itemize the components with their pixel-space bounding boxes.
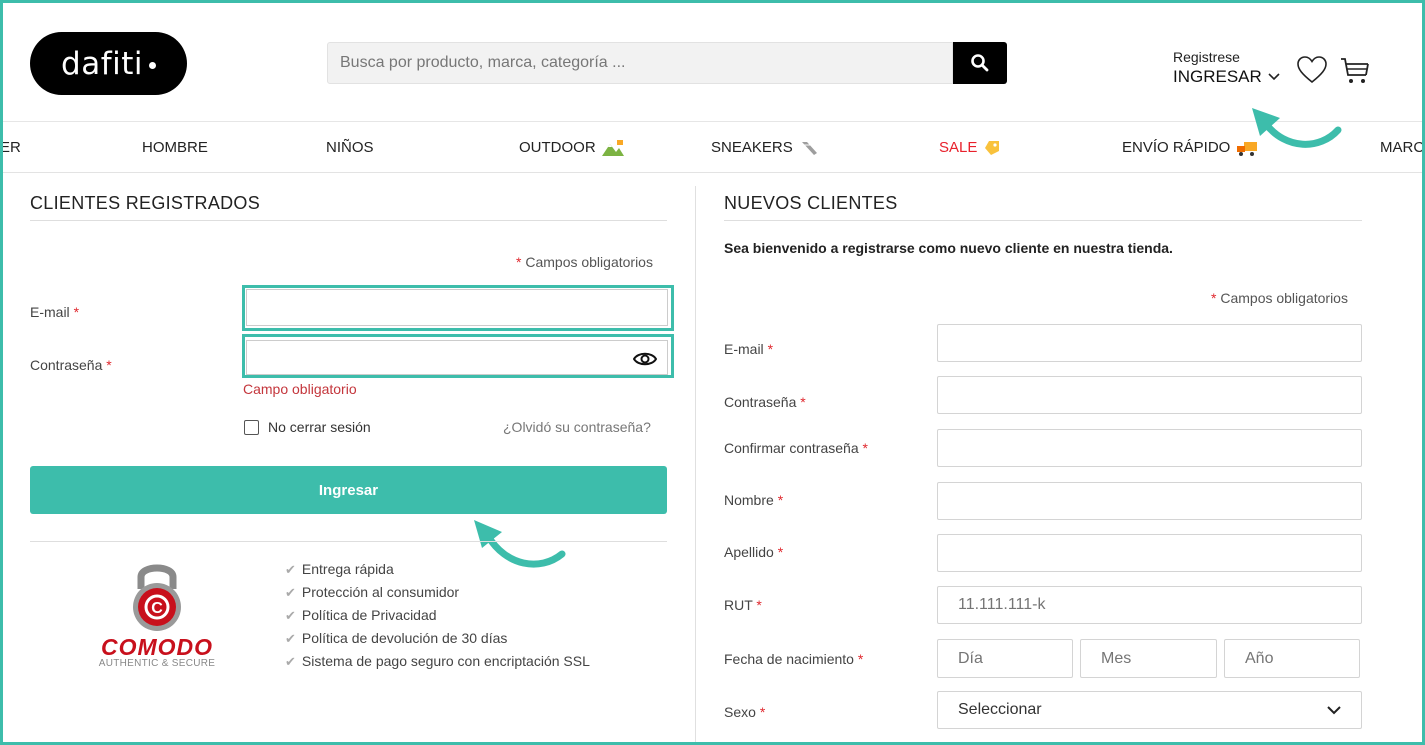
show-password-eye-icon[interactable] xyxy=(633,350,657,368)
login-label: INGRESAR xyxy=(1173,67,1262,86)
perk-item: Sistema de pago seguro con encriptación … xyxy=(285,650,590,673)
name-label: Nombre * xyxy=(724,492,784,508)
sneaker-icon xyxy=(801,141,817,155)
nav-item-sale[interactable]: SALE xyxy=(939,139,1001,156)
nav-item-ninos[interactable]: NIÑOS xyxy=(326,139,374,156)
dafiti-logo[interactable]: dafiti xyxy=(30,32,187,95)
nav-item-sneakers[interactable]: SNEAKERS xyxy=(711,139,819,156)
perks-list: Entrega rápida Protección al consumidor … xyxy=(285,558,590,673)
login-submit-button[interactable]: Ingresar xyxy=(30,466,667,514)
register-title: NUEVOS CLIENTES xyxy=(724,193,898,213)
login-email-label: E-mail * xyxy=(30,304,80,320)
perk-item: Entrega rápida xyxy=(285,558,590,581)
search-button[interactable] xyxy=(953,42,1007,84)
register-email-label: E-mail * xyxy=(724,341,774,357)
birth-year-input[interactable] xyxy=(1224,639,1360,678)
register-password-label: Contraseña * xyxy=(724,394,806,410)
padlock-icon: C xyxy=(133,564,181,631)
category-nav: ER HOMBRE NIÑOS OUTDOOR SNEAKERS SALE EN… xyxy=(0,122,1425,173)
perk-item: Política de devolución de 30 días xyxy=(285,627,590,650)
login-email-input[interactable] xyxy=(246,289,668,326)
login-title-rule xyxy=(30,220,667,221)
comodo-tagline: AUTHENTIC & SECURE xyxy=(98,658,216,669)
nav-outdoor-label: OUTDOOR xyxy=(519,139,596,156)
nav-item-hombre[interactable]: HOMBRE xyxy=(142,139,208,156)
nav-item-envio-rapido[interactable]: ENVÍO RÁPIDO xyxy=(1122,139,1258,156)
confirm-password-label: Confirmar contraseña * xyxy=(724,440,868,456)
heart-icon xyxy=(1297,56,1327,84)
cart-icon xyxy=(1341,58,1369,83)
comodo-badge: C COMODO AUTHENTIC & SECURE xyxy=(82,557,232,669)
column-divider xyxy=(695,186,696,745)
mountain-icon xyxy=(601,139,624,156)
price-tag-icon xyxy=(985,140,1000,155)
wishlist-button[interactable] xyxy=(1296,55,1328,90)
password-error: Campo obligatorio xyxy=(243,381,357,397)
perk-item: Política de Privacidad xyxy=(285,604,590,627)
login-submit-label: Ingresar xyxy=(318,481,379,499)
surname-input[interactable] xyxy=(937,534,1362,572)
birth-day-input[interactable] xyxy=(937,639,1073,678)
nav-envio-label: ENVÍO RÁPIDO xyxy=(1122,139,1231,156)
sex-select-value: Seleccionar xyxy=(958,701,1042,718)
account-menu[interactable]: Registrese INGRESAR xyxy=(1173,49,1280,87)
birthdate-label: Fecha de nacimiento * xyxy=(724,651,864,667)
surname-label: Apellido * xyxy=(724,544,784,560)
login-required-note: * Campos obligatorios xyxy=(516,254,653,270)
chevron-down-icon xyxy=(1327,705,1341,714)
nav-item-outdoor[interactable]: OUTDOOR xyxy=(519,139,624,156)
login-password-label: Contraseña * xyxy=(30,357,112,373)
register-email-input[interactable] xyxy=(937,324,1362,362)
forgot-password-link[interactable]: ¿Olvidó su contraseña? xyxy=(503,419,651,435)
search-input[interactable] xyxy=(327,42,953,84)
register-title-rule xyxy=(724,220,1362,221)
chevron-down-icon xyxy=(1268,73,1280,81)
site-header: dafiti Registrese INGRESAR xyxy=(0,0,1425,148)
remember-checkbox[interactable] xyxy=(244,420,259,435)
trust-divider xyxy=(30,541,667,542)
truck-icon xyxy=(1237,141,1258,156)
svg-text:C: C xyxy=(151,600,163,617)
register-welcome: Sea bienvenido a registrarse como nuevo … xyxy=(724,240,1173,256)
register-password-input[interactable] xyxy=(937,376,1362,414)
remember-label[interactable]: No cerrar sesión xyxy=(268,419,371,435)
register-link[interactable]: Registrese xyxy=(1173,49,1280,65)
rut-label: RUT * xyxy=(724,597,762,613)
nav-sneakers-label: SNEAKERS xyxy=(711,139,793,156)
search-icon xyxy=(971,54,989,72)
confirm-password-input[interactable] xyxy=(937,429,1362,467)
login-title: CLIENTES REGISTRADOS xyxy=(30,193,261,213)
rut-input[interactable] xyxy=(937,586,1362,624)
cart-button[interactable] xyxy=(1340,55,1370,90)
nav-item-truncated-right[interactable]: MARC xyxy=(1380,139,1424,156)
comodo-brand: COMODO xyxy=(100,634,214,660)
perk-item: Protección al consumidor xyxy=(285,581,590,604)
login-password-input[interactable] xyxy=(246,340,668,375)
name-input[interactable] xyxy=(937,482,1362,520)
register-required-note: * Campos obligatorios xyxy=(1211,290,1348,306)
login-dropdown[interactable]: INGRESAR xyxy=(1173,67,1280,87)
nav-sale-label: SALE xyxy=(939,139,978,156)
logo-text: dafiti xyxy=(61,45,143,82)
sex-select[interactable]: Seleccionar xyxy=(937,691,1362,729)
nav-item-truncated-left[interactable]: ER xyxy=(0,139,21,156)
sex-label: Sexo * xyxy=(724,704,766,720)
search-bar xyxy=(327,42,1007,84)
birth-month-input[interactable] xyxy=(1080,639,1217,678)
